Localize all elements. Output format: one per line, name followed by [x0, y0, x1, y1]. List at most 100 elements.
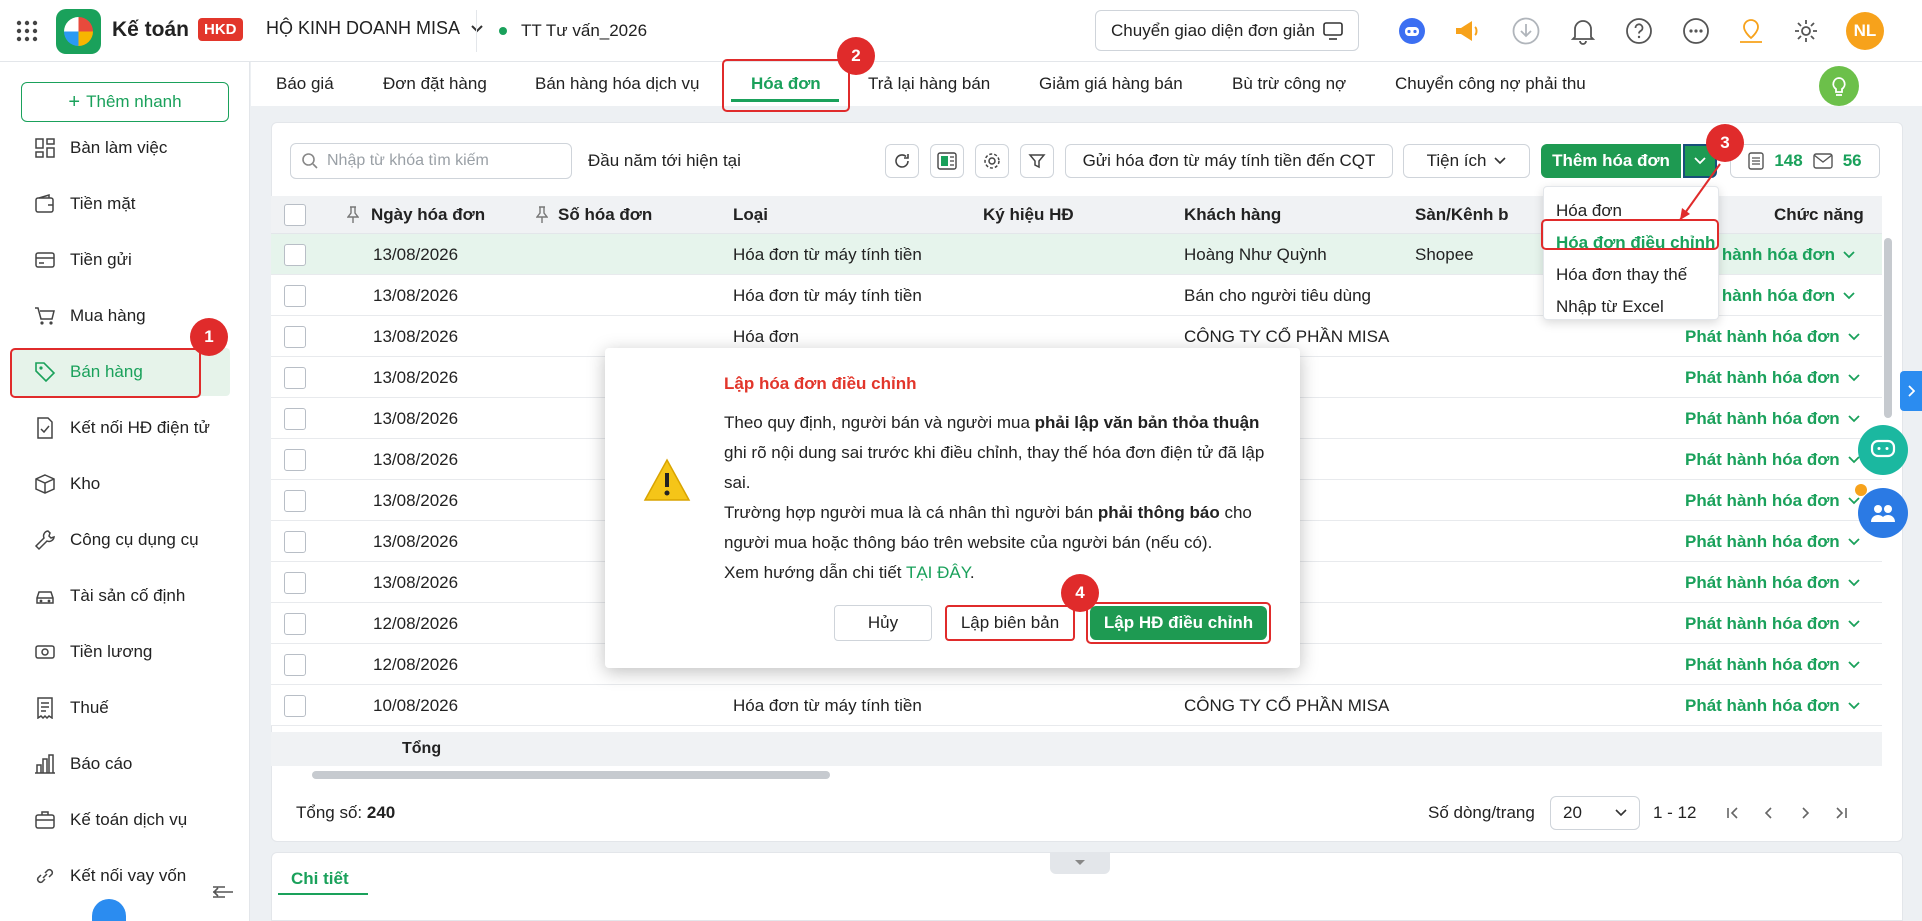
row-checkbox[interactable] [284, 439, 306, 480]
tab-detail[interactable]: Chi tiết [291, 869, 349, 889]
table-settings-button[interactable] [975, 144, 1009, 178]
send-cqt-button[interactable]: Gửi hóa đơn từ máy tính tiền đến CQT [1065, 144, 1393, 178]
pin-icon[interactable] [347, 206, 359, 224]
robot-assistant-icon[interactable] [1395, 14, 1429, 48]
add-invoice-button[interactable]: Thêm hóa đơn [1541, 144, 1681, 178]
excel-export-button[interactable] [930, 144, 964, 178]
tab-4[interactable]: Trả lại hàng bán [868, 62, 990, 106]
sidebar-item-10[interactable]: Thuế [0, 684, 250, 732]
tab-7[interactable]: Chuyển công nợ phải thu [1395, 62, 1586, 106]
row-checkbox[interactable] [284, 603, 306, 644]
search-box[interactable]: Nhập từ khóa tìm kiếm [290, 143, 572, 179]
select-all-checkbox[interactable] [284, 204, 306, 226]
row-checkbox[interactable] [284, 644, 306, 685]
sidebar-item-5[interactable]: Kết nối HĐ điện tử [0, 404, 250, 452]
publish-invoice-action[interactable]: Phát hành hóa đơn [1685, 439, 1860, 480]
col-symbol[interactable]: Ký hiệu HĐ [983, 196, 1074, 234]
chevron-down-icon[interactable] [1848, 701, 1860, 710]
tab-6[interactable]: Bù trừ công nợ [1232, 62, 1346, 106]
sidebar-item-9[interactable]: Tiền lương [0, 628, 250, 676]
chevron-down-icon[interactable] [1843, 291, 1855, 300]
publish-invoice-action[interactable]: Phát hành hóa đơn [1685, 521, 1860, 562]
mail-icon[interactable] [1813, 153, 1833, 169]
publish-invoice-action[interactable]: Phát hành hóa đơn [1685, 603, 1860, 644]
side-panel-toggle-icon[interactable] [1900, 371, 1922, 411]
sidebar-item-11[interactable]: Báo cáo [0, 740, 250, 788]
sidebar-item-2[interactable]: Tiền gửi [0, 236, 250, 284]
tab-2[interactable]: Bán hàng hóa dịch vụ [535, 62, 699, 106]
table-row[interactable] [271, 685, 1882, 726]
row-checkbox[interactable] [284, 316, 306, 357]
publish-invoice-action[interactable]: át hành hóa đơn [1702, 275, 1855, 316]
create-minutes-button[interactable]: Lập biên bản [945, 605, 1075, 641]
location-badge-icon[interactable] [1734, 14, 1768, 48]
switch-ui-button[interactable]: Chuyển giao diện đơn giản [1095, 10, 1359, 51]
publish-invoice-action[interactable]: Phát hành hóa đơn [1685, 644, 1860, 685]
help-icon[interactable] [1622, 14, 1656, 48]
workspace-selector[interactable]: TT Tư vấn_2026 [476, 10, 682, 52]
first-page-icon[interactable] [1726, 806, 1740, 820]
guide-link[interactable]: TẠI ĐÂY [906, 563, 970, 582]
tab-1[interactable]: Đơn đặt hàng [383, 62, 487, 106]
period-filter[interactable]: Đầu năm tới hiện tại [588, 151, 741, 171]
row-checkbox[interactable] [284, 685, 306, 726]
last-page-icon[interactable] [1834, 806, 1848, 820]
row-checkbox[interactable] [284, 562, 306, 603]
col-type[interactable]: Loại [733, 196, 768, 234]
tab-5[interactable]: Giảm giá hàng bán [1039, 62, 1183, 106]
company-selector[interactable]: HỘ KINH DOANH MISA [266, 18, 484, 39]
row-checkbox[interactable] [284, 234, 306, 275]
document-list-icon[interactable] [1748, 152, 1765, 170]
sidebar-item-1[interactable]: Tiền mặt [0, 180, 250, 228]
create-adjustment-invoice-button[interactable]: Lập HĐ điều chỉnh [1090, 606, 1267, 640]
cancel-button[interactable]: Hủy [834, 605, 932, 641]
collapse-sidebar-icon[interactable] [212, 884, 234, 900]
settings-gear-icon[interactable] [1789, 14, 1823, 48]
megaphone-icon[interactable] [1450, 14, 1484, 48]
user-avatar[interactable]: NL [1846, 12, 1884, 50]
sidebar-item-7[interactable]: Công cụ dụng cụ [0, 516, 250, 564]
filter-button[interactable] [1020, 144, 1054, 178]
bell-icon[interactable] [1566, 14, 1600, 48]
publish-invoice-action[interactable]: Phát hành hóa đơn [1685, 357, 1860, 398]
chat-icon[interactable] [1858, 425, 1908, 475]
more-icon[interactable] [1679, 14, 1713, 48]
pin-icon[interactable] [536, 206, 548, 224]
lightbulb-icon[interactable] [1819, 66, 1859, 106]
next-page-icon[interactable] [1798, 806, 1812, 820]
col-customer[interactable]: Khách hàng [1184, 196, 1281, 234]
publish-invoice-action[interactable]: Phát hành hóa đơn [1685, 480, 1860, 521]
col-invoice-date[interactable]: Ngày hóa đơn [371, 196, 485, 234]
chevron-down-icon[interactable] [1848, 619, 1860, 628]
chevron-down-icon[interactable] [1848, 578, 1860, 587]
horizontal-scrollbar[interactable] [312, 771, 830, 779]
col-channel[interactable]: Sàn/Kênh b [1415, 196, 1509, 234]
chevron-down-icon[interactable] [1848, 373, 1860, 382]
row-checkbox[interactable] [284, 275, 306, 316]
sidebar-item-8[interactable]: Tài sản cố định [0, 572, 250, 620]
row-checkbox[interactable] [284, 398, 306, 439]
expand-detail-icon[interactable] [1050, 852, 1110, 874]
sidebar-item-12[interactable]: Kế toán dịch vụ [0, 796, 250, 844]
community-icon[interactable] [1858, 488, 1908, 538]
row-checkbox[interactable] [284, 357, 306, 398]
quick-add-button[interactable]: + Thêm nhanh [21, 82, 229, 122]
vertical-scrollbar[interactable] [1884, 238, 1892, 418]
chevron-down-icon[interactable] [1848, 455, 1860, 464]
rows-per-page-select[interactable]: 20 [1550, 796, 1640, 830]
tab-0[interactable]: Báo giá [276, 62, 334, 106]
app-grid-icon[interactable] [16, 20, 38, 42]
chevron-down-icon[interactable] [1843, 250, 1855, 259]
row-checkbox[interactable] [284, 480, 306, 521]
row-checkbox[interactable] [284, 521, 306, 562]
publish-invoice-action[interactable]: Phát hành hóa đơn [1685, 398, 1860, 439]
sidebar-item-6[interactable]: Kho [0, 460, 250, 508]
prev-page-icon[interactable] [1762, 806, 1776, 820]
search-input[interactable]: Nhập từ khóa tìm kiếm [327, 152, 489, 170]
utilities-button[interactable]: Tiện ích [1403, 144, 1530, 178]
chevron-down-icon[interactable] [1848, 660, 1860, 669]
chevron-down-icon[interactable] [1848, 332, 1860, 341]
publish-invoice-action[interactable]: Phát hành hóa đơn [1685, 685, 1860, 726]
col-invoice-number[interactable]: Số hóa đơn [558, 196, 652, 234]
menu-item-import-excel[interactable]: Nhập từ Excel [1544, 291, 1720, 323]
